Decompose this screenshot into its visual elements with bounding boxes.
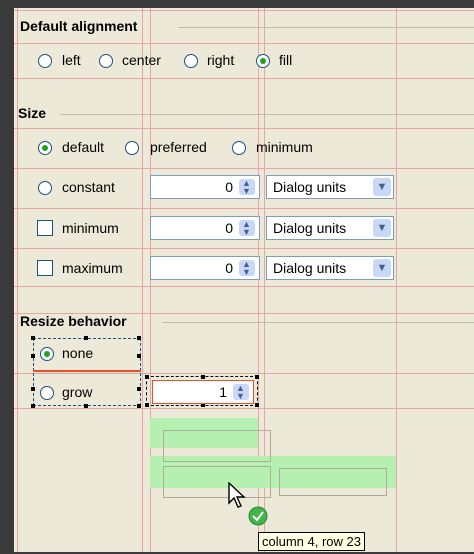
resize-handle[interactable] xyxy=(31,387,35,391)
separator xyxy=(178,27,474,28)
check-badge-icon xyxy=(248,506,268,526)
resize-handle[interactable] xyxy=(137,336,141,340)
grow-spinner[interactable]: 1 ▲ ▼ xyxy=(152,380,254,404)
resize-handle[interactable] xyxy=(31,404,35,408)
resize-none-label[interactable]: none xyxy=(62,345,93,361)
resize-handle[interactable] xyxy=(84,404,88,408)
ghost-component xyxy=(163,430,271,462)
separator xyxy=(60,114,474,115)
size-constant-radio[interactable] xyxy=(38,181,52,195)
grid-line xyxy=(14,168,474,169)
size-maximum-check-label[interactable]: maximum xyxy=(62,260,123,276)
maximum-unit-select[interactable]: Dialog units ▼ xyxy=(266,256,394,280)
maximum-unit-value: Dialog units xyxy=(273,260,347,276)
grid-line xyxy=(14,10,474,11)
resize-handle[interactable] xyxy=(145,403,149,407)
size-preferred-label[interactable]: preferred xyxy=(150,139,207,155)
resize-handle[interactable] xyxy=(137,404,141,408)
size-minimum-checkbox[interactable] xyxy=(37,220,53,236)
grid-line xyxy=(14,43,474,44)
cursor-arrow-icon xyxy=(228,482,246,508)
size-default-label[interactable]: default xyxy=(62,139,104,155)
tooltip-text: column 4, row 23 xyxy=(262,534,361,549)
grid-line xyxy=(14,128,474,129)
align-center-label[interactable]: center xyxy=(122,52,161,68)
minimum-spinner[interactable]: 0 ▲ ▼ xyxy=(150,216,260,240)
resize-title: Resize behavior xyxy=(20,313,127,329)
resize-handle[interactable] xyxy=(145,375,149,379)
tooltip: column 4, row 23 xyxy=(258,532,365,551)
resize-handle[interactable] xyxy=(255,403,259,407)
resize-handle[interactable] xyxy=(201,375,205,379)
alignment-title: Default alignment xyxy=(20,18,138,34)
constant-spinner[interactable]: 0 ▲ ▼ xyxy=(150,175,260,199)
resize-grow-radio[interactable] xyxy=(40,386,54,400)
size-minimum-radio[interactable] xyxy=(232,141,246,155)
grid-line xyxy=(14,408,474,409)
resize-handle[interactable] xyxy=(84,336,88,340)
constant-unit-select[interactable]: Dialog units ▼ xyxy=(266,175,394,199)
ghost-component xyxy=(163,466,271,498)
constant-value: 0 xyxy=(225,179,233,195)
size-maximum-checkbox[interactable] xyxy=(37,260,53,276)
align-fill-label[interactable]: fill xyxy=(279,52,292,68)
spinner-arrows-icon[interactable]: ▲ ▼ xyxy=(239,260,255,277)
align-center-radio[interactable] xyxy=(99,54,113,68)
dropdown-arrow-icon[interactable]: ▼ xyxy=(373,219,391,237)
align-left-label[interactable]: left xyxy=(62,52,81,68)
align-fill-radio[interactable] xyxy=(256,54,270,68)
spinner-arrows-icon[interactable]: ▲ ▼ xyxy=(233,384,249,401)
constant-unit-value: Dialog units xyxy=(273,179,347,195)
resize-handle[interactable] xyxy=(31,354,35,358)
dropdown-arrow-icon[interactable]: ▼ xyxy=(373,178,391,196)
align-left-radio[interactable] xyxy=(38,54,52,68)
minimum-unit-select[interactable]: Dialog units ▼ xyxy=(266,216,394,240)
size-minimum-label[interactable]: minimum xyxy=(256,139,313,155)
grid-line xyxy=(396,8,397,552)
dropdown-arrow-icon[interactable]: ▼ xyxy=(373,259,391,277)
grid-line xyxy=(14,286,474,287)
size-minimum-check-label[interactable]: minimum xyxy=(62,220,119,236)
grow-value: 1 xyxy=(219,384,227,400)
grid-line xyxy=(142,8,143,552)
minimum-value: 0 xyxy=(225,220,233,236)
resize-handle[interactable] xyxy=(137,387,141,391)
size-preferred-radio[interactable] xyxy=(125,141,139,155)
spinner-arrows-icon[interactable]: ▲ ▼ xyxy=(239,220,255,237)
align-right-radio[interactable] xyxy=(184,54,198,68)
size-title: Size xyxy=(18,105,47,121)
grid-line xyxy=(14,78,474,79)
resize-grow-label[interactable]: grow xyxy=(62,384,92,400)
separator xyxy=(162,322,474,323)
spinner-arrows-icon[interactable]: ▲ ▼ xyxy=(239,179,255,196)
grid-line xyxy=(17,8,18,552)
resize-handle[interactable] xyxy=(137,354,141,358)
size-constant-label[interactable]: constant xyxy=(62,179,115,195)
resize-handle[interactable] xyxy=(255,375,259,379)
grid-line xyxy=(14,208,474,209)
maximum-value: 0 xyxy=(225,260,233,276)
ghost-component xyxy=(279,468,387,496)
row-divider xyxy=(33,370,141,372)
maximum-spinner[interactable]: 0 ▲ ▼ xyxy=(150,256,260,280)
resize-handle[interactable] xyxy=(31,336,35,340)
resize-none-radio[interactable] xyxy=(40,347,54,361)
grid-line xyxy=(14,248,474,249)
minimum-unit-value: Dialog units xyxy=(273,220,347,236)
size-default-radio[interactable] xyxy=(38,141,52,155)
align-right-label[interactable]: right xyxy=(207,52,234,68)
